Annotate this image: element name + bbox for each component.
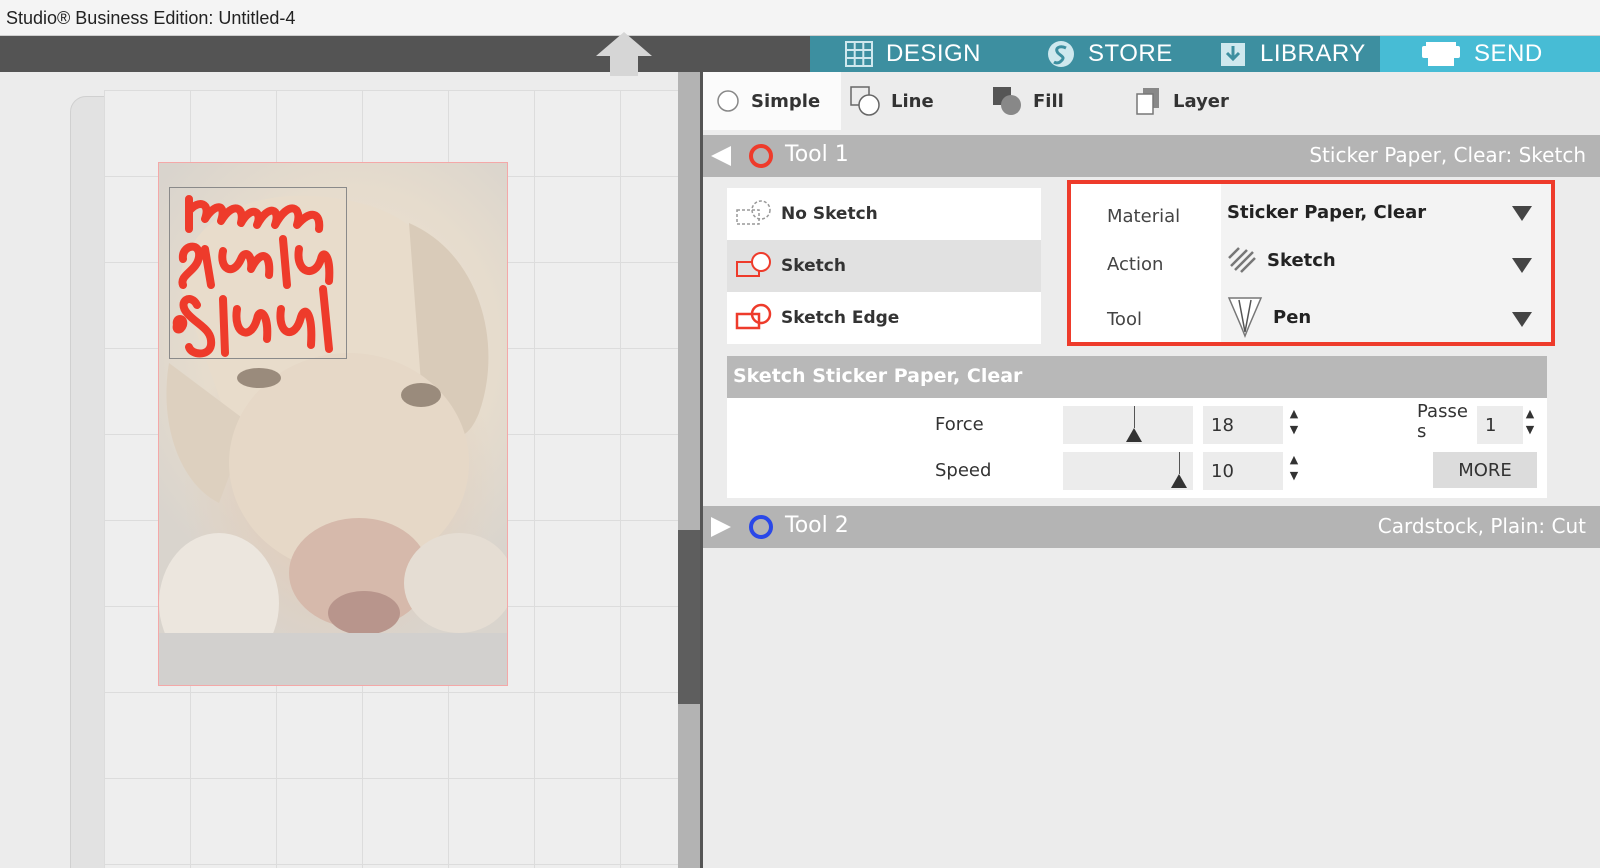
silhouette-studio-window: Studio® Business Edition: Untitled-4 DES… [0,0,1600,868]
title-bar: Studio® Business Edition: Untitled-4 [0,0,1600,36]
window-title: Studio® Business Edition: Untitled-4 [6,8,296,28]
sketch-action-list: No Sketch Sketch Sketch Edge [727,188,1041,344]
speed-input[interactable]: 10 [1203,452,1283,490]
passes-label-line1: Passe [1417,401,1468,422]
action-value: Sketch [1267,249,1336,271]
send-panel: Simple Line Fill Layer Tool 1 Sticker Pa… [703,72,1600,868]
tool-dropdown[interactable]: Pen [1227,296,1311,338]
mode-layer-label: Layer [1173,90,1229,112]
download-box-icon [1221,43,1245,66]
expand-right-icon[interactable] [709,515,733,539]
speed-slider-thumb[interactable] [1171,474,1187,488]
pen-tool-icon [1227,297,1263,338]
speed-label: Speed [935,460,992,481]
passes-input[interactable]: 1 [1477,406,1523,444]
tab-send[interactable]: SEND [1380,36,1600,72]
sketch-lettering-graphic [172,195,334,358]
mode-layer[interactable]: Layer [1133,72,1273,130]
settings-title-material: Sticker Paper, Clear [812,365,1023,387]
layer-mode-icon [1136,88,1159,115]
canvas-scrollbar-thumb[interactable] [678,530,700,704]
material-value: Sticker Paper, Clear [1227,202,1427,223]
fill-mode-icon [993,87,1021,115]
tool2-summary: Cardstock, Plain: Cut [1377,514,1586,538]
action-no-sketch-label: No Sketch [781,204,878,224]
material-chevron-down-icon[interactable] [1511,204,1533,222]
action-sketch-edge-label: Sketch Edge [781,308,900,328]
top-nav: DESIGN STORE LIBRARY SEND [0,36,1600,72]
tab-send-label: SEND [1474,40,1543,67]
sketch-hatch-icon [1228,247,1256,273]
action-no-sketch[interactable]: No Sketch [727,188,1041,240]
material-dropdown[interactable]: Sticker Paper, Clear [1227,202,1426,223]
cutter-icon [1422,42,1460,66]
force-stepper[interactable]: ▲ ▼ [1287,406,1301,440]
speed-slider-mark [1179,452,1180,474]
action-sketch-edge[interactable]: Sketch Edge [727,292,1041,344]
action-dropdown[interactable]: Sketch [1227,246,1336,274]
sketch-settings-header: Sketch Sticker Paper, Clear [727,356,1547,398]
tool1-color-indicator [749,144,773,168]
tab-store[interactable]: STORE [1012,36,1212,72]
feed-direction-arrow-icon [596,32,652,76]
tool1-header[interactable]: Tool 1 Sticker Paper, Clear: Sketch [703,135,1600,177]
tool2-color-indicator [749,515,773,539]
speed-stepper[interactable]: ▲ ▼ [1287,452,1301,486]
mode-line-label: Line [891,90,934,112]
mode-fill[interactable]: Fill [991,72,1111,130]
speed-slider[interactable] [1063,452,1193,490]
no-sketch-icon [736,200,771,225]
tool2-name: Tool 2 [785,513,849,538]
tab-library[interactable]: LIBRARY [1184,36,1380,72]
radio-icon [717,90,739,112]
passes-stepper[interactable]: ▲ ▼ [1523,406,1537,440]
force-input[interactable]: 18 [1203,406,1283,444]
tool-value: Pen [1273,306,1312,328]
material-settings-box: Material Action Tool Sticker Paper, Clea… [1067,180,1555,346]
force-label: Force [935,414,984,435]
tab-design[interactable]: DESIGN [810,36,1020,72]
force-slider[interactable] [1063,406,1193,444]
tab-library-label: LIBRARY [1260,40,1366,67]
sketch-icon [736,252,771,277]
tool2-header[interactable]: Tool 2 Cardstock, Plain: Cut [703,506,1600,548]
material-label: Material [1107,206,1181,227]
force-slider-thumb[interactable] [1126,428,1142,442]
tool-label: Tool [1107,309,1142,330]
mode-simple-label: Simple [751,90,821,112]
mode-fill-label: Fill [1033,90,1064,112]
more-button[interactable]: MORE [1433,452,1537,488]
collapse-left-icon[interactable] [709,144,733,168]
canvas-scrollbar-track[interactable] [678,72,700,868]
mode-simple[interactable]: Simple [703,72,841,130]
line-mode-icon [850,86,880,116]
tool1-summary: Sticker Paper, Clear: Sketch [1309,143,1586,167]
tool1-name: Tool 1 [785,142,849,167]
force-slider-mark [1134,406,1135,428]
action-label: Action [1107,254,1164,275]
action-sketch[interactable]: Sketch [727,240,1041,292]
settings-title-prefix: Sketch [733,365,806,387]
tab-design-label: DESIGN [886,40,982,67]
tool-chevron-down-icon[interactable] [1511,310,1533,328]
tab-store-label: STORE [1088,40,1173,67]
sketch-edge-icon [735,303,772,330]
passes-label: Passe s [1417,402,1468,442]
passes-label-line2: s [1417,421,1427,442]
action-chevron-down-icon[interactable] [1511,256,1533,274]
send-mode-tabs: Simple Line Fill Layer [703,72,1600,130]
sketch-settings-body: Force 18 ▲ ▼ Speed 10 ▲ ▼ Passe s 1 ▲ ▼ MOR… [727,398,1547,498]
grid-icon [845,41,873,67]
action-sketch-label: Sketch [781,256,846,276]
dog-photo-image[interactable] [158,162,508,686]
silhouette-s-icon [1048,41,1074,67]
mode-line[interactable]: Line [849,72,969,130]
